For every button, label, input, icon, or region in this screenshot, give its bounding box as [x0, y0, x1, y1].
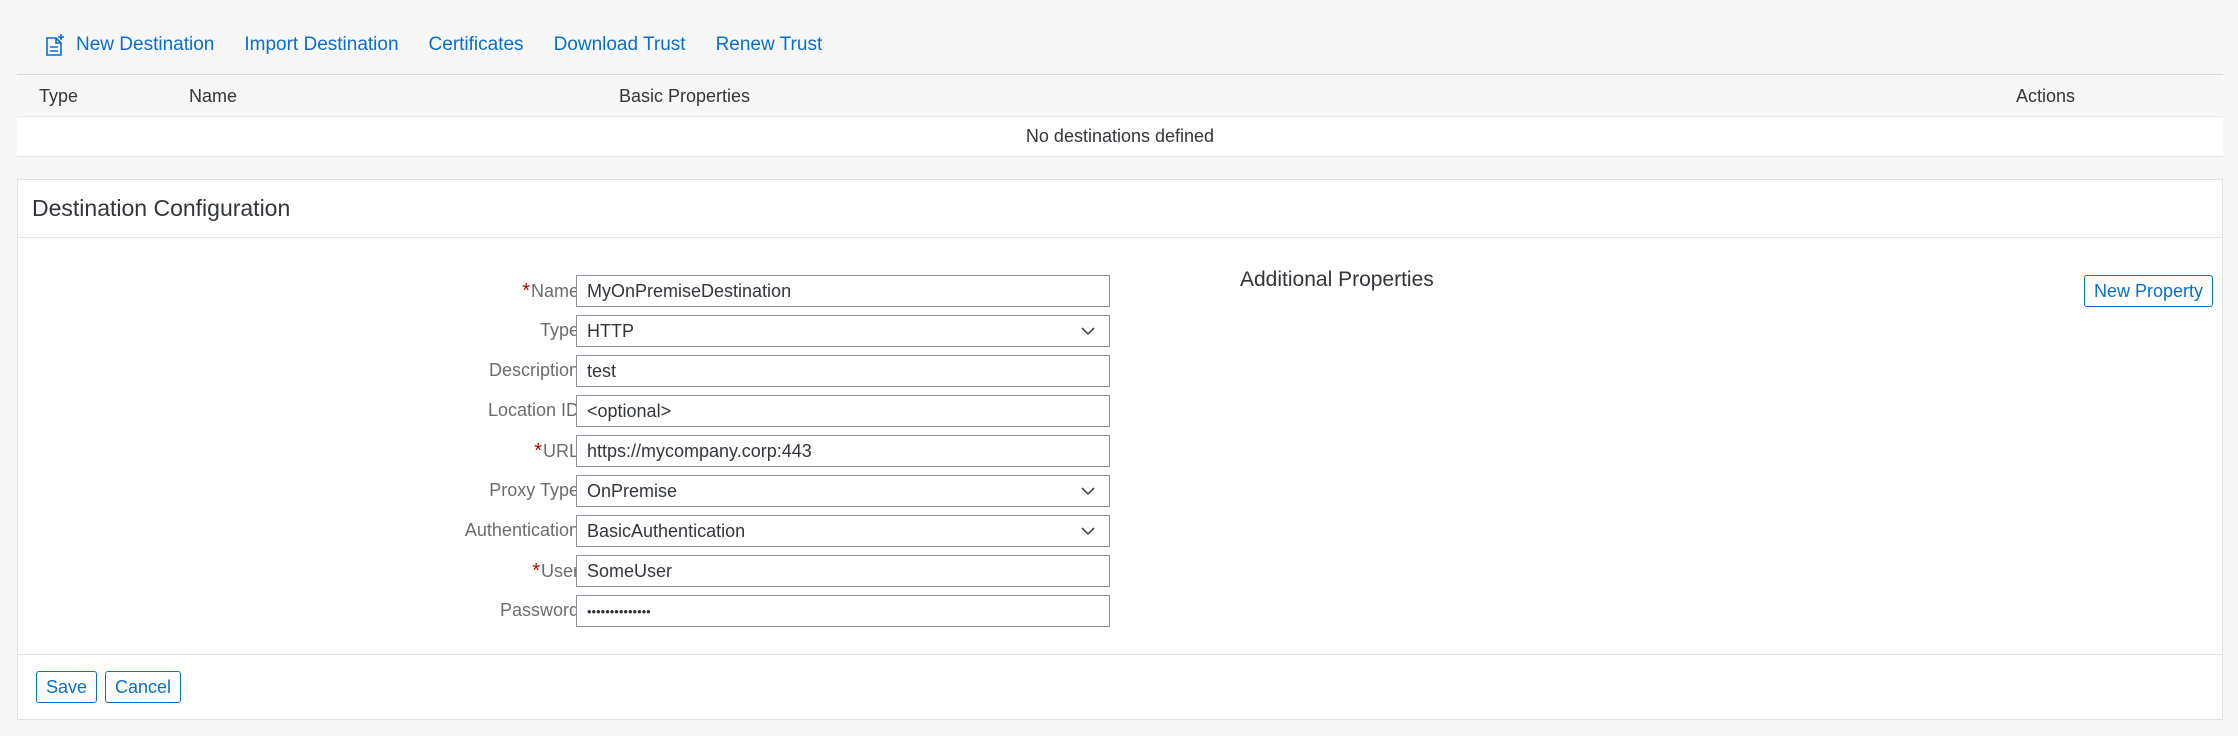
- name-label: *Name:: [522, 280, 584, 302]
- location-id-row: Location ID: <optional>: [18, 395, 1118, 427]
- new-destination-button[interactable]: New Destination: [44, 25, 229, 65]
- authentication-value: BasicAuthentication: [587, 521, 746, 541]
- type-select[interactable]: HTTP: [576, 315, 1110, 347]
- required-marker: *: [532, 560, 540, 582]
- new-document-icon: [46, 34, 64, 56]
- type-value: HTTP: [587, 321, 634, 341]
- panel-footer: Save Cancel: [18, 654, 2222, 720]
- destination-configuration-panel: Destination Configuration *Name: Type: H…: [17, 179, 2223, 720]
- import-destination-button[interactable]: Import Destination: [229, 25, 413, 65]
- name-row: *Name:: [18, 275, 1118, 307]
- url-row: *URL:: [18, 435, 1118, 467]
- type-row: Type: HTTP: [18, 315, 1118, 347]
- certificates-button[interactable]: Certificates: [414, 25, 539, 65]
- additional-properties-heading: Additional Properties: [1240, 268, 1434, 291]
- table-header: Type Name Basic Properties Actions: [17, 75, 2223, 117]
- chevron-down-icon[interactable]: [1079, 322, 1097, 340]
- required-marker: *: [534, 440, 542, 462]
- empty-table-message: No destinations defined: [17, 117, 2223, 157]
- new-property-button[interactable]: New Property: [2084, 275, 2214, 307]
- new-destination-label: New Destination: [76, 34, 215, 55]
- proxy-type-select[interactable]: OnPremise: [576, 475, 1110, 507]
- password-label: Password:: [499, 600, 584, 620]
- url-field[interactable]: [576, 435, 1110, 467]
- download-trust-button[interactable]: Download Trust: [539, 25, 701, 65]
- description-field[interactable]: [576, 355, 1110, 387]
- user-row: *User:: [18, 555, 1118, 587]
- authentication-label: Authentication:: [464, 520, 584, 540]
- authentication-select[interactable]: BasicAuthentication: [576, 515, 1110, 547]
- required-marker: *: [522, 280, 530, 302]
- proxy-type-label: Proxy Type:: [489, 480, 584, 500]
- column-header-name[interactable]: Name: [189, 86, 237, 107]
- toolbar: New Destination Import Destination Certi…: [0, 0, 2238, 74]
- name-field[interactable]: [576, 275, 1110, 307]
- renew-trust-button[interactable]: Renew Trust: [701, 25, 838, 65]
- chevron-down-icon[interactable]: [1079, 522, 1097, 540]
- panel-title: Destination Configuration: [18, 180, 2222, 238]
- column-header-type[interactable]: Type: [39, 86, 78, 107]
- location-id-label: Location ID:: [487, 400, 584, 420]
- location-id-field[interactable]: <optional>: [576, 395, 1110, 427]
- user-field[interactable]: [576, 555, 1110, 587]
- proxy-type-value: OnPremise: [587, 481, 678, 501]
- cancel-button[interactable]: Cancel: [105, 671, 182, 703]
- authentication-row: Authentication: BasicAuthentication: [18, 515, 1118, 547]
- password-row: Password: ••••••••••••••: [18, 595, 1118, 627]
- column-header-actions[interactable]: Actions: [2016, 86, 2075, 107]
- destinations-table: Type Name Basic Properties Actions No de…: [17, 74, 2223, 157]
- password-field[interactable]: ••••••••••••••: [576, 595, 1110, 627]
- proxy-type-row: Proxy Type: OnPremise: [18, 475, 1118, 507]
- location-id-placeholder: <optional>: [587, 401, 672, 421]
- description-label: Description:: [488, 360, 584, 380]
- column-header-basic-properties[interactable]: Basic Properties: [619, 86, 750, 107]
- chevron-down-icon[interactable]: [1079, 482, 1097, 500]
- description-row: Description:: [18, 355, 1118, 387]
- save-button[interactable]: Save: [36, 671, 98, 703]
